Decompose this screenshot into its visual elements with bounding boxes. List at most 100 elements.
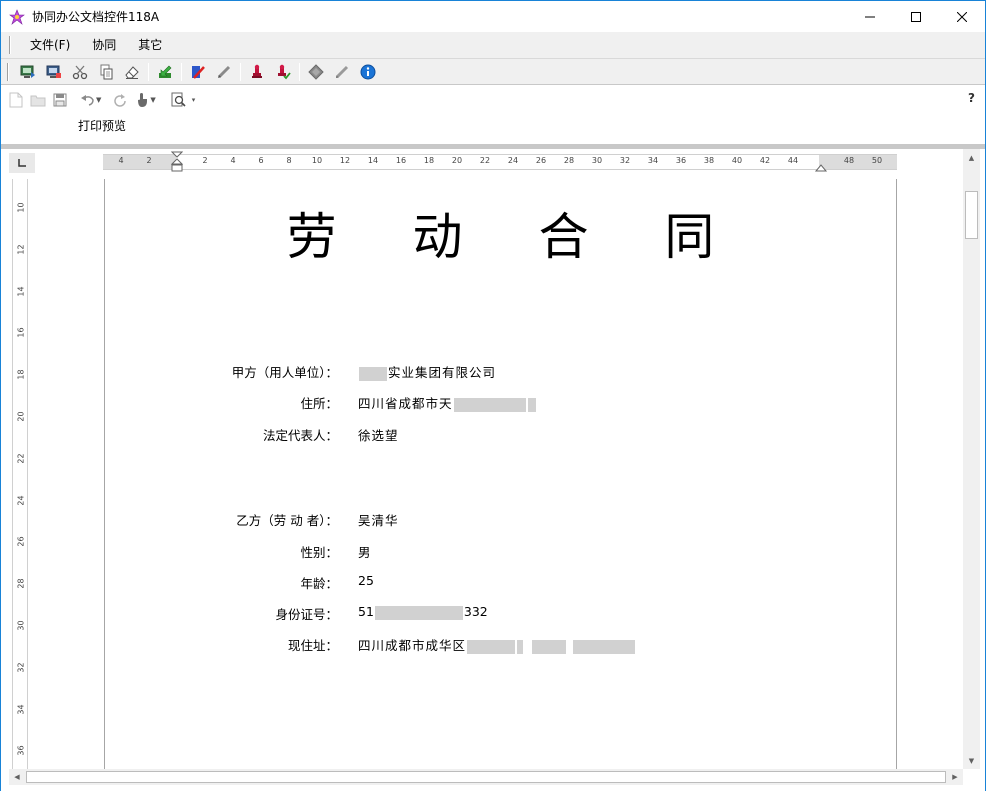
- indent-marker-icon[interactable]: [171, 151, 183, 177]
- employer-value: 实业集团有限公司: [358, 362, 496, 381]
- sign-pen-button[interactable]: [211, 61, 237, 83]
- maximize-button[interactable]: [893, 1, 939, 32]
- undo-dropdown-icon[interactable]: ▼: [96, 96, 101, 104]
- toolbar-grip[interactable]: [7, 62, 9, 81]
- customize-toolbar-icon[interactable]: ▾: [192, 96, 196, 104]
- horizontal-scrollbar[interactable]: ◀ ▶: [9, 769, 963, 785]
- minimize-button[interactable]: [847, 1, 893, 32]
- import-button[interactable]: [152, 61, 178, 83]
- ruler-tick-label: 40: [731, 156, 743, 165]
- ruler-tick-label: 16: [395, 156, 407, 165]
- vertical-scroll-thumb[interactable]: [965, 191, 978, 239]
- address-text: 四川省成都市天: [358, 396, 453, 411]
- legal-rep-label: 法定代表人：: [262, 428, 338, 443]
- green-arrow-icon: [159, 65, 172, 78]
- vertical-ruler-tick-label: 10: [16, 202, 26, 213]
- ruler-tick-label: 18: [423, 156, 435, 165]
- red-stamp-icon: [252, 64, 262, 78]
- app-logo-icon: [9, 8, 25, 25]
- new-file-button[interactable]: [5, 89, 27, 111]
- redacted-block: [359, 366, 387, 381]
- horizontal-ruler[interactable]: 4 2 2 4 6 8 10 12 14 16 18 20 22 24 26 28 30 32 34 36 38 40 42…: [103, 151, 897, 172]
- ruler-tick-label: 48: [843, 156, 855, 165]
- ruler-tick-label: 50: [871, 156, 883, 165]
- vertical-ruler-tick-label: 36: [16, 745, 26, 756]
- cut-button[interactable]: [67, 61, 93, 83]
- save-document-button[interactable]: [41, 61, 67, 83]
- open-document-button[interactable]: [15, 61, 41, 83]
- vertical-ruler-tick-label: 12: [16, 244, 26, 255]
- address-label: 住所：: [300, 396, 338, 411]
- close-button[interactable]: [939, 1, 985, 32]
- copy-button[interactable]: [93, 61, 119, 83]
- quick-access-toolbar: ▼ ▼ ▾: [5, 89, 199, 111]
- print-preview-button[interactable]: [168, 89, 190, 111]
- document-page[interactable]: 劳 动 合 同 甲方（用人单位）： 实业集团有限公司 住所： 四川省成都市天 法…: [104, 179, 897, 771]
- scroll-right-icon[interactable]: ▶: [947, 769, 963, 785]
- handwrite-button[interactable]: [303, 61, 329, 83]
- toolbar-separator: [181, 62, 182, 81]
- ruler-tick-label: 30: [591, 156, 603, 165]
- ruler-tick-label: 24: [507, 156, 519, 165]
- ruler-tick-label: 28: [563, 156, 575, 165]
- tab-stop-selector[interactable]: [9, 153, 35, 173]
- info-button[interactable]: [355, 61, 381, 83]
- redacted-block: [467, 639, 516, 654]
- monitor-open-icon: [20, 65, 35, 78]
- eraser-button[interactable]: [119, 61, 145, 83]
- employer-label: 甲方（用人单位）：: [231, 365, 338, 380]
- ruler-tick-label: 6: [258, 156, 264, 165]
- vertical-ruler-tick-label: 32: [16, 662, 26, 673]
- vertical-scrollbar[interactable]: ▲ ▼: [963, 149, 980, 769]
- vertical-ruler[interactable]: 10 12 14 16 18 20 22 24 26 28 30 32 34 36: [12, 179, 28, 769]
- scroll-left-icon[interactable]: ◀: [9, 769, 25, 785]
- open-folder-button[interactable]: [27, 89, 49, 111]
- menu-other[interactable]: 其它: [127, 35, 173, 55]
- menubar-grip[interactable]: [9, 36, 11, 54]
- toolbar-separator: [240, 62, 241, 81]
- ruler-tick-label: 36: [675, 156, 687, 165]
- ribbon-panel: ▼ ▼ ▾ 打印预览 ?: [1, 85, 985, 145]
- worker-value: 吴清华: [358, 513, 399, 528]
- copy-icon: [100, 64, 113, 79]
- seal-verify-button[interactable]: [270, 61, 296, 83]
- seal-button[interactable]: [244, 61, 270, 83]
- print-preview-label[interactable]: 打印预览: [78, 117, 126, 134]
- gender-label: 性别：: [300, 545, 338, 560]
- scroll-up-icon[interactable]: ▲: [963, 149, 980, 166]
- main-toolbar: [1, 59, 985, 85]
- hand-pointer-icon: [138, 93, 148, 107]
- scroll-down-icon[interactable]: ▼: [963, 752, 980, 769]
- pen-gray-icon: [217, 65, 231, 78]
- ruler-tick-label: 4: [118, 156, 124, 165]
- touch-mode-dropdown-icon[interactable]: ▼: [150, 96, 155, 104]
- ruler-tick-label: 38: [703, 156, 715, 165]
- redacted-block: [532, 639, 567, 654]
- redo-button[interactable]: [109, 89, 131, 111]
- age-label: 年龄：: [300, 576, 338, 591]
- left-tab-icon: [18, 159, 26, 167]
- toolbar-separator: [299, 62, 300, 81]
- vertical-ruler-tick-label: 26: [16, 536, 26, 547]
- right-indent-marker-icon[interactable]: [815, 162, 827, 172]
- vertical-ruler-tick-label: 22: [16, 453, 26, 464]
- id-number-label: 身份证号：: [275, 607, 338, 622]
- menu-file[interactable]: 文件(F): [19, 35, 81, 55]
- save-button[interactable]: [49, 89, 71, 111]
- pencil-button[interactable]: [329, 61, 355, 83]
- menu-collaborate[interactable]: 协同: [81, 35, 127, 55]
- vertical-ruler-tick-label: 24: [16, 495, 26, 506]
- undo-icon: [81, 95, 94, 106]
- redacted-block: [527, 397, 536, 412]
- document-title: 劳 动 合 同: [286, 208, 745, 266]
- horizontal-scroll-thumb[interactable]: [26, 771, 946, 783]
- ruler-tick-label: 2: [202, 156, 208, 165]
- ruler-tick-label: 26: [535, 156, 547, 165]
- employer-name-text: 实业集团有限公司: [388, 365, 497, 380]
- help-button[interactable]: ?: [968, 91, 975, 105]
- vertical-ruler-tick-label: 28: [16, 578, 26, 589]
- edit-mark-button[interactable]: [185, 61, 211, 83]
- id-suffix-text: 332: [463, 604, 488, 619]
- window-controls: [847, 1, 985, 32]
- id-prefix-text: 51: [358, 604, 374, 619]
